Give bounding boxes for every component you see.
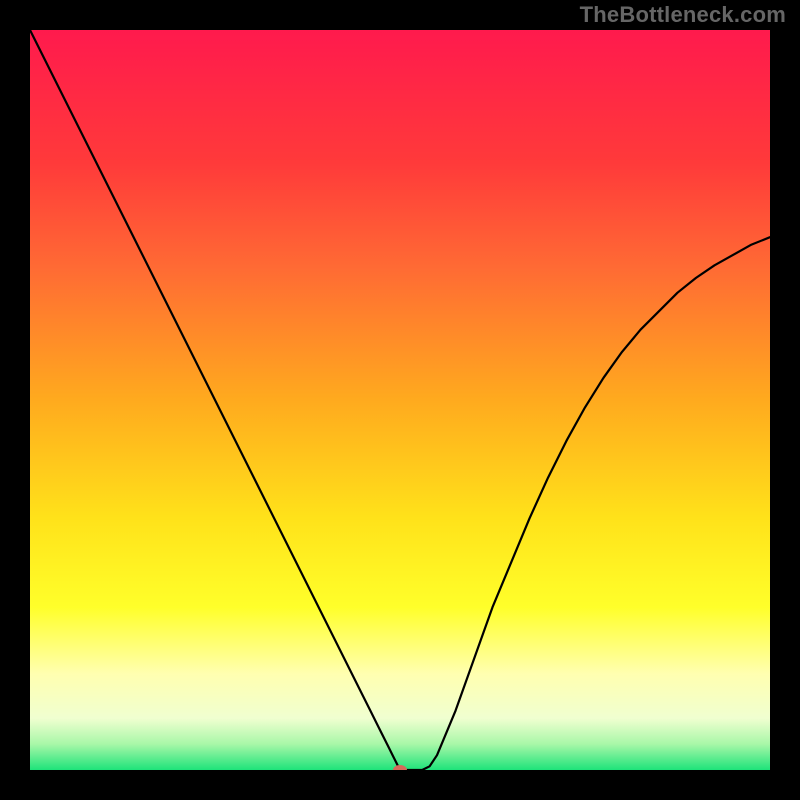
bottleneck-curve-chart bbox=[30, 30, 770, 770]
chart-frame: TheBottleneck.com bbox=[0, 0, 800, 800]
plot-area bbox=[30, 30, 770, 770]
watermark-label: TheBottleneck.com bbox=[580, 2, 786, 28]
gradient-background bbox=[30, 30, 770, 770]
